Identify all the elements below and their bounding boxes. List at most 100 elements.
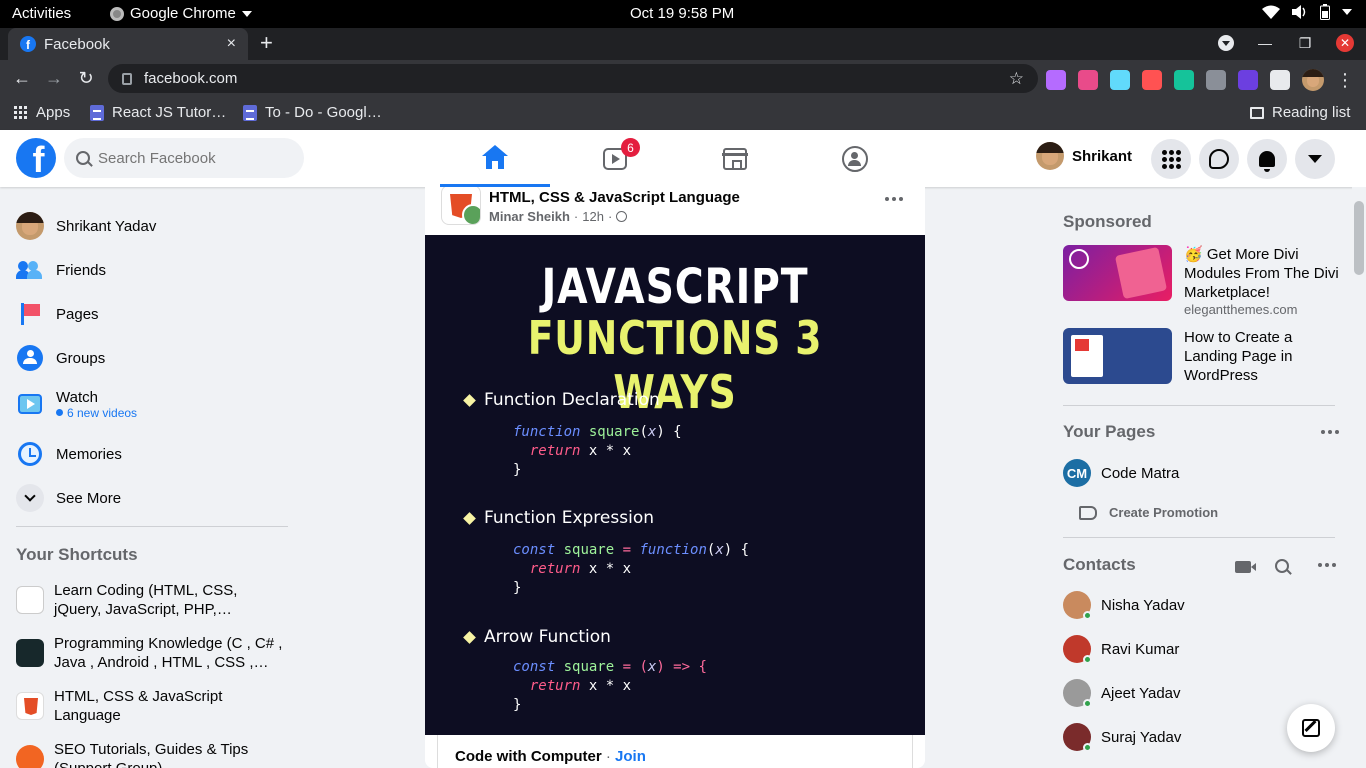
section-heading: Function Declaration: [463, 390, 660, 410]
extension-code-icon[interactable]: [1206, 70, 1226, 90]
diamond-bullet-icon: [463, 393, 476, 407]
contact-item[interactable]: Ajeet Yadav: [1063, 679, 1181, 708]
bookmark-apps[interactable]: Apps: [14, 104, 70, 121]
page-item[interactable]: CM Code Matra: [1063, 459, 1179, 487]
create-promotion-button[interactable]: Create Promotion: [1079, 505, 1218, 520]
post-group-name[interactable]: HTML, CSS & JavaScript Language: [489, 189, 740, 206]
notification-badge: 6: [621, 138, 640, 157]
extension-react-icon[interactable]: [1110, 70, 1130, 90]
post-options-button[interactable]: [885, 197, 903, 201]
shortcut-item[interactable]: HTML, CSS & JavaScript Language: [16, 687, 286, 725]
sidebar-item-label: Friends: [56, 261, 107, 279]
sidebar-item-profile[interactable]: Shrikant Yadav: [16, 206, 156, 246]
extension-colorzilla-icon[interactable]: [1078, 70, 1098, 90]
sidebar-item-memories[interactable]: Memories: [16, 434, 122, 474]
browser-toolbar: ← → ↻ facebook.com ☆ ⋮: [0, 60, 1366, 97]
chrome-menu-icon[interactable]: ⋮: [1336, 71, 1354, 89]
new-tab-button[interactable]: +: [260, 30, 273, 56]
shortcut-item[interactable]: Programming Knowledge (C , C# , Java , A…: [16, 634, 286, 672]
page-scrollbar[interactable]: [1352, 187, 1366, 768]
ad-item[interactable]: 🥳 Get More Divi Modules From The Divi Ma…: [1063, 245, 1339, 317]
search-contacts-icon[interactable]: [1275, 559, 1289, 573]
bookmark-todo[interactable]: To - Do - Googl…: [243, 104, 382, 121]
menu-grid-icon: [1161, 149, 1181, 169]
bookmark-star-icon[interactable]: ☆: [1009, 69, 1024, 89]
ad-thumbnail: [1063, 245, 1172, 301]
search-box[interactable]: [64, 138, 304, 178]
reload-icon[interactable]: ↻: [76, 68, 96, 89]
ad-item[interactable]: How to Create a Landing Page in WordPres…: [1063, 328, 1339, 385]
system-tray[interactable]: [1262, 4, 1352, 20]
ad-domain: elegantthemes.com: [1184, 302, 1298, 317]
shortcut-thumbnail: [16, 639, 44, 667]
extension-circle-icon[interactable]: [1238, 70, 1258, 90]
facebook-logo[interactable]: f: [16, 138, 56, 178]
minimize-icon[interactable]: —: [1256, 35, 1274, 51]
shortcut-item[interactable]: SEO Tutorials, Guides & Tips (Support Gr…: [16, 740, 286, 768]
sidebar-item-label: Groups: [56, 349, 106, 367]
menu-button[interactable]: [1151, 139, 1191, 179]
compose-icon: [1302, 719, 1320, 737]
notifications-button[interactable]: [1247, 139, 1287, 179]
browser-tab[interactable]: f Facebook ×: [8, 28, 248, 60]
watch-icon: [16, 390, 44, 418]
restore-icon[interactable]: ❐: [1296, 35, 1314, 52]
extension-palette-icon[interactable]: [1142, 70, 1162, 90]
more-dots-icon: [885, 197, 889, 201]
sidebar-item-see-more[interactable]: See More: [16, 478, 121, 518]
tab-search-icon[interactable]: [1218, 35, 1234, 51]
contact-item[interactable]: Nisha Yadav: [1063, 591, 1185, 620]
new-room-icon[interactable]: [1235, 561, 1256, 573]
code-block: const square = (x) => { return x * x }: [513, 659, 707, 713]
app-menu[interactable]: Google Chrome: [110, 5, 252, 22]
extension-feather-icon[interactable]: [1046, 70, 1066, 90]
system-top-bar: Activities Google Chrome Oct 19 9:58 PM: [0, 0, 1366, 28]
contacts-more-icon[interactable]: [1318, 563, 1336, 567]
bookmark-react-tutorial[interactable]: React JS Tutor…: [90, 104, 226, 121]
new-message-button[interactable]: [1287, 704, 1335, 752]
search-input[interactable]: [98, 149, 288, 167]
tab-title: Facebook: [44, 35, 110, 53]
sidebar-item-friends[interactable]: Friends: [16, 250, 106, 290]
shortcut-item[interactable]: Learn Coding (HTML, CSS, jQuery, JavaScr…: [16, 581, 286, 619]
shortcut-label: SEO Tutorials, Guides & Tips (Support Gr…: [54, 741, 249, 768]
tab-marketplace[interactable]: [680, 130, 790, 187]
divider: [16, 526, 288, 527]
footer-group-name[interactable]: Code with Computer: [455, 748, 602, 765]
profile-chip[interactable]: Shrikant: [1036, 142, 1132, 170]
tab-home[interactable]: [440, 130, 550, 187]
tab-close-icon[interactable]: ×: [227, 35, 236, 53]
contact-item[interactable]: Ravi Kumar: [1063, 635, 1179, 664]
join-button[interactable]: Join: [615, 748, 646, 765]
friends-icon: [16, 256, 44, 284]
back-arrow-icon[interactable]: ←: [12, 68, 32, 89]
extensions-puzzle-icon[interactable]: [1270, 70, 1290, 90]
post-time[interactable]: 12h: [582, 209, 604, 224]
tab-groups[interactable]: [800, 130, 910, 187]
your-pages-more-icon[interactable]: [1321, 430, 1339, 434]
activities-button[interactable]: Activities: [12, 5, 71, 22]
address-bar[interactable]: facebook.com ☆: [108, 64, 1038, 93]
facebook-header: f 6 Shrikant: [0, 130, 1366, 187]
shortcut-thumbnail: [16, 692, 44, 720]
page-name: Code Matra: [1101, 464, 1180, 482]
reading-list-button[interactable]: Reading list: [1250, 104, 1350, 121]
chrome-profile-avatar[interactable]: [1302, 69, 1324, 91]
create-promotion-label: Create Promotion: [1109, 505, 1219, 520]
account-button[interactable]: [1295, 139, 1335, 179]
sidebar-item-pages[interactable]: Pages: [16, 294, 99, 334]
ad-thumbnail: [1063, 328, 1172, 384]
scrollbar-thumb[interactable]: [1354, 201, 1364, 275]
post-author[interactable]: Minar Sheikh: [489, 209, 570, 224]
messenger-button[interactable]: [1199, 139, 1239, 179]
sidebar-item-groups[interactable]: Groups: [16, 338, 105, 378]
close-window-icon[interactable]: ✕: [1336, 34, 1354, 52]
contact-item[interactable]: Suraj Yadav: [1063, 723, 1181, 752]
extension-grammarly-icon[interactable]: [1174, 70, 1194, 90]
group-avatar[interactable]: [441, 187, 481, 225]
tab-watch[interactable]: 6: [560, 130, 670, 187]
sidebar-item-watch[interactable]: Watch 6 new videos: [16, 382, 137, 426]
forward-arrow-icon[interactable]: →: [44, 68, 64, 89]
post-image[interactable]: JAVASCRIPT FUNCTIONS 3 WAYS Function Dec…: [425, 235, 925, 735]
system-clock[interactable]: Oct 19 9:58 PM: [630, 5, 734, 22]
